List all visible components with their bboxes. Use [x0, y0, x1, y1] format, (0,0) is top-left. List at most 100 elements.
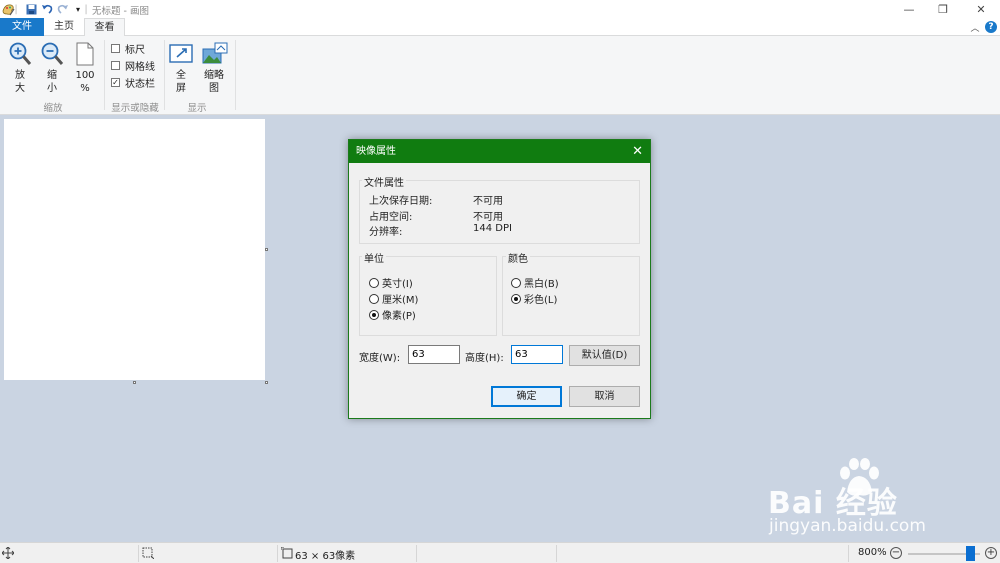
status-divider [556, 545, 557, 562]
selection-size-icon [142, 547, 155, 560]
fullscreen-button[interactable]: 全 屏 [168, 41, 194, 95]
title-bar: | ▾ | 无标题 - 画图 — ❐ ✕ [0, 0, 1000, 18]
customize-toolbar-dropdown[interactable]: ▾ [71, 2, 85, 16]
unit-inches-label: 英寸(I) [382, 279, 413, 290]
zoom-out-small-button[interactable]: − [890, 547, 902, 559]
status-divider [277, 545, 278, 562]
baidu-jingyan-watermark: Bai 经验 jingyan.baidu.com [765, 458, 985, 540]
dialog-title-bar: 映像属性 ✕ [349, 140, 650, 163]
fullscreen-icon [169, 41, 193, 67]
color-color-label: 彩色(L) [524, 295, 558, 306]
resize-handle-corner[interactable] [265, 381, 268, 384]
canvas-size-icon [280, 546, 293, 559]
tab-home[interactable]: 主页 [44, 18, 84, 36]
ribbon-view: 放 大 缩 小 100 % 缩放 标尺 网格线 ✓ 状态栏 显示或隐藏 全 屏 [0, 36, 1000, 115]
disk-size-label: 占用空间: [369, 212, 413, 223]
watermark-site-text: jingyan.baidu.com [769, 516, 926, 536]
disk-size-value: 不可用 [473, 212, 503, 223]
radio-dot [369, 277, 379, 288]
tab-file[interactable]: 文件 [0, 18, 44, 36]
resize-handle-right[interactable] [265, 248, 268, 251]
ok-button[interactable]: 确定 [491, 386, 562, 407]
ruler-label: 标尺 [125, 45, 145, 56]
status-divider [416, 545, 417, 562]
show-hide-group-label: 显示或隐藏 [111, 103, 159, 114]
canvas-dimensions: 63 × 63像素 [295, 551, 356, 562]
resolution-label: 分辨率: [369, 227, 403, 238]
title-separator: | [84, 3, 88, 15]
checkmark-icon: ✓ [111, 78, 120, 87]
cursor-position-icon [1, 546, 15, 560]
zoom-in-small-button[interactable]: + [985, 547, 997, 559]
paint-palette-icon[interactable] [1, 2, 15, 16]
resolution-value: 144 DPI [473, 223, 512, 234]
unit-cm-label: 厘米(M) [382, 295, 419, 306]
zoom-100-button[interactable]: 100 % [72, 41, 98, 95]
zoom-in-button[interactable]: 放 大 [7, 41, 33, 95]
window-title: 无标题 - 画图 [92, 6, 149, 17]
close-window-button[interactable]: ✕ [964, 0, 998, 18]
redo-icon[interactable] [56, 2, 70, 16]
help-icon[interactable]: ? [985, 21, 997, 33]
width-label: 宽度(W): [359, 353, 401, 364]
image-properties-dialog: 映像属性 ✕ 文件属性 上次保存日期: 不可用 占用空间: 不可用 分辨率: 1… [348, 139, 651, 419]
width-input[interactable] [408, 345, 460, 364]
unit-pixels-label: 像素(P) [382, 311, 416, 322]
ruler-checkbox-box [111, 44, 120, 53]
statusbar-checkbox[interactable]: ✓ 状态栏 [111, 76, 155, 90]
status-divider [848, 545, 849, 562]
ribbon-separator [164, 40, 165, 110]
color-color-radio[interactable]: 彩色(L) [511, 291, 557, 306]
drawing-canvas[interactable] [4, 119, 265, 380]
height-input[interactable] [511, 345, 563, 364]
thumbnail-icon [202, 41, 228, 67]
zoom-slider-thumb[interactable] [966, 546, 975, 561]
radio-dot-selected [369, 309, 379, 320]
unit-inches-radio[interactable]: 英寸(I) [369, 275, 413, 290]
radio-dot-selected [511, 293, 521, 304]
resize-handle-bottom[interactable] [133, 381, 136, 384]
last-saved-label: 上次保存日期: [369, 196, 433, 207]
tab-view[interactable]: 查看 [84, 18, 125, 37]
default-button[interactable]: 默认值(D) [569, 345, 640, 366]
fullscreen-label: 全 屏 [176, 70, 186, 94]
ruler-checkbox[interactable]: 标尺 [111, 42, 145, 56]
zoom-group-label: 缩放 [43, 103, 63, 114]
last-saved-value: 不可用 [473, 196, 503, 207]
display-group-label: 显示 [187, 103, 207, 114]
units-heading: 单位 [362, 250, 386, 265]
page-icon [73, 41, 97, 67]
zoom-out-icon [40, 41, 64, 67]
zoom-level: 800% [858, 547, 887, 558]
minimize-button[interactable]: — [892, 0, 926, 18]
zoom-in-icon [8, 41, 32, 67]
dialog-close-icon[interactable]: ✕ [632, 140, 643, 163]
thumbnail-label: 缩略 图 [204, 70, 224, 94]
unit-cm-radio[interactable]: 厘米(M) [369, 291, 418, 306]
thumbnail-button[interactable]: 缩略 图 [200, 41, 228, 95]
cancel-button[interactable]: 取消 [569, 386, 640, 407]
gridlines-checkbox[interactable]: 网格线 [111, 59, 155, 73]
dialog-title: 映像属性 [356, 146, 396, 157]
statusbar-label: 状态栏 [125, 79, 155, 90]
zoom-in-label: 放 大 [15, 70, 25, 94]
zoom-out-button[interactable]: 缩 小 [39, 41, 65, 95]
restore-button[interactable]: ❐ [926, 0, 960, 18]
status-bar: 63 × 63像素 800% − + [0, 542, 1000, 563]
gridlines-checkbox-box [111, 61, 120, 70]
zoom-100-label: 100 % [75, 70, 95, 94]
undo-icon[interactable] [40, 2, 54, 16]
color-bw-radio[interactable]: 黑白(B) [511, 275, 559, 290]
gridlines-label: 网格线 [125, 62, 155, 73]
height-label: 高度(H): [465, 353, 504, 364]
radio-dot [369, 293, 379, 304]
colors-heading: 颜色 [506, 250, 530, 265]
color-bw-label: 黑白(B) [524, 279, 559, 290]
unit-pixels-radio[interactable]: 像素(P) [369, 307, 416, 322]
ribbon-separator [235, 40, 236, 110]
quick-access-separator: | [14, 3, 18, 15]
radio-dot [511, 277, 521, 288]
collapse-ribbon-icon[interactable]: ︿ [969, 21, 981, 34]
save-icon[interactable] [24, 2, 38, 16]
zoom-out-label: 缩 小 [47, 70, 57, 94]
